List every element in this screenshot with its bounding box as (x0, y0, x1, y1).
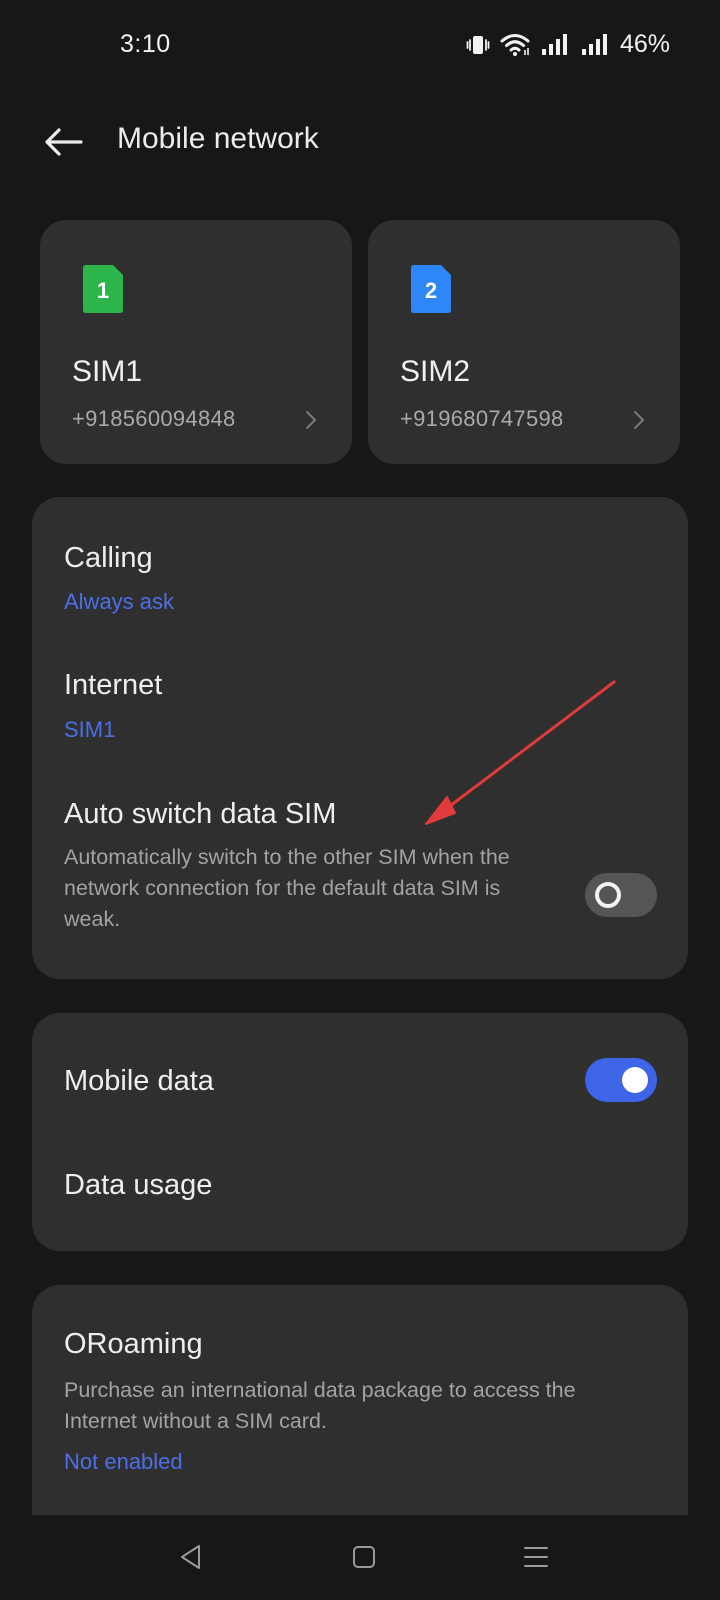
nav-recents-button[interactable] (511, 1535, 561, 1579)
recents-menu-icon (524, 1547, 548, 1567)
sim-number: +918560094848 (72, 406, 236, 431)
chevron-right-icon (306, 411, 316, 429)
toggle-knob (622, 1067, 648, 1093)
internet-title: Internet (64, 669, 163, 701)
data-panel: Mobile data Data usage (32, 1013, 688, 1251)
sim-card-icon: 2 (411, 265, 451, 313)
auto-switch-toggle[interactable] (585, 873, 657, 917)
toggle-knob (595, 882, 621, 908)
status-time: 3:10 (120, 30, 171, 58)
data-usage-row[interactable]: Data usage (32, 1128, 688, 1238)
auto-switch-title: Auto switch data SIM (64, 798, 337, 830)
auto-switch-description: Automatically switch to the other SIM wh… (64, 845, 510, 931)
calling-title: Calling (64, 542, 153, 574)
sim-badge-number: 1 (97, 278, 109, 303)
chevron-right-icon (634, 411, 644, 429)
back-triangle-icon (181, 1545, 200, 1569)
sim-card-icon: 1 (83, 265, 123, 313)
auto-switch-row[interactable]: Auto switch data SIM Automatically switc… (32, 752, 688, 952)
internet-row[interactable]: Internet SIM1 (32, 622, 688, 742)
sim-number: +919680747598 (400, 406, 564, 431)
signal-icon (580, 33, 610, 57)
calling-value: Always ask (64, 589, 175, 614)
sim-name: SIM1 (72, 355, 143, 388)
sim-name: SIM2 (400, 355, 471, 388)
vibrate-icon (466, 33, 490, 57)
back-button[interactable] (36, 114, 92, 170)
oroaming-title: ORoaming (64, 1328, 203, 1360)
oroaming-value: Not enabled (64, 1449, 183, 1474)
home-square-icon (353, 1546, 375, 1568)
signal-icon (540, 33, 570, 57)
oroaming-panel: ORoaming Purchase an international data … (32, 1285, 688, 1515)
nav-back-button[interactable] (166, 1535, 216, 1579)
mobile-data-row[interactable]: Mobile data (32, 1013, 688, 1123)
wifi-icon (500, 33, 530, 57)
status-bar: 3:10 46% (0, 0, 720, 96)
calling-row[interactable]: Calling Always ask (32, 497, 688, 617)
sim2-card[interactable]: 2 SIM2 +919680747598 (368, 220, 680, 464)
internet-value: SIM1 (64, 717, 116, 742)
sim1-card[interactable]: 1 SIM1 +918560094848 (40, 220, 352, 464)
navigation-bar (0, 1515, 720, 1600)
back-arrow-icon (45, 128, 83, 156)
data-usage-title: Data usage (64, 1169, 213, 1201)
battery-level: 46% (619, 30, 670, 58)
oroaming-row[interactable]: ORoaming Purchase an international data … (32, 1285, 688, 1515)
page-title: Mobile network (117, 122, 319, 155)
oroaming-description: Purchase an international data package t… (64, 1378, 576, 1433)
nav-home-button[interactable] (339, 1535, 389, 1579)
mobile-data-toggle[interactable] (585, 1058, 657, 1102)
mobile-data-title: Mobile data (64, 1065, 214, 1097)
sim-badge-number: 2 (425, 278, 437, 303)
status-icons: 46% (466, 30, 670, 59)
app-bar: Mobile network (0, 100, 720, 180)
sim-preferences-panel: Calling Always ask Internet SIM1 Auto sw… (32, 497, 688, 979)
